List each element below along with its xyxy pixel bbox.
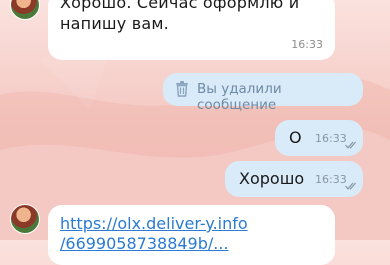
outgoing-message-bubble[interactable]: Хорошо 16:33 (225, 161, 363, 197)
double-check-icon (345, 175, 359, 194)
sender-avatar[interactable] (10, 0, 40, 20)
sender-avatar[interactable] (10, 204, 40, 234)
message-link[interactable]: https://olx.deliver-y.info (60, 214, 248, 234)
message-text-line: напишу вам. (60, 14, 169, 33)
incoming-link-message-bubble[interactable]: https://olx.deliver-y.info /669905873884… (48, 205, 335, 265)
message-text: Хорошо (239, 169, 305, 188)
message-link[interactable]: /6699058738849b/... (60, 234, 229, 254)
message-time: 16:33 (315, 173, 347, 186)
incoming-message-bubble[interactable]: Хорошо. Сейчас оформлю и напишу вам. 16:… (48, 0, 335, 60)
message-text-line: Хорошо. Сейчас оформлю и (60, 0, 300, 12)
deleted-message-bubble[interactable]: Вы удалили сообщение (163, 73, 363, 113)
message-time: 16:33 (315, 132, 347, 145)
outgoing-message-bubble[interactable]: О 16:33 (275, 120, 363, 156)
message-text: Хорошо. Сейчас оформлю и напишу вам. (60, 0, 323, 34)
trash-icon (175, 81, 189, 101)
message-text: О (289, 128, 302, 147)
deleted-message-label: Вы удалили сообщение (197, 81, 282, 113)
message-time: 16:33 (291, 38, 323, 51)
double-check-icon (345, 134, 359, 153)
